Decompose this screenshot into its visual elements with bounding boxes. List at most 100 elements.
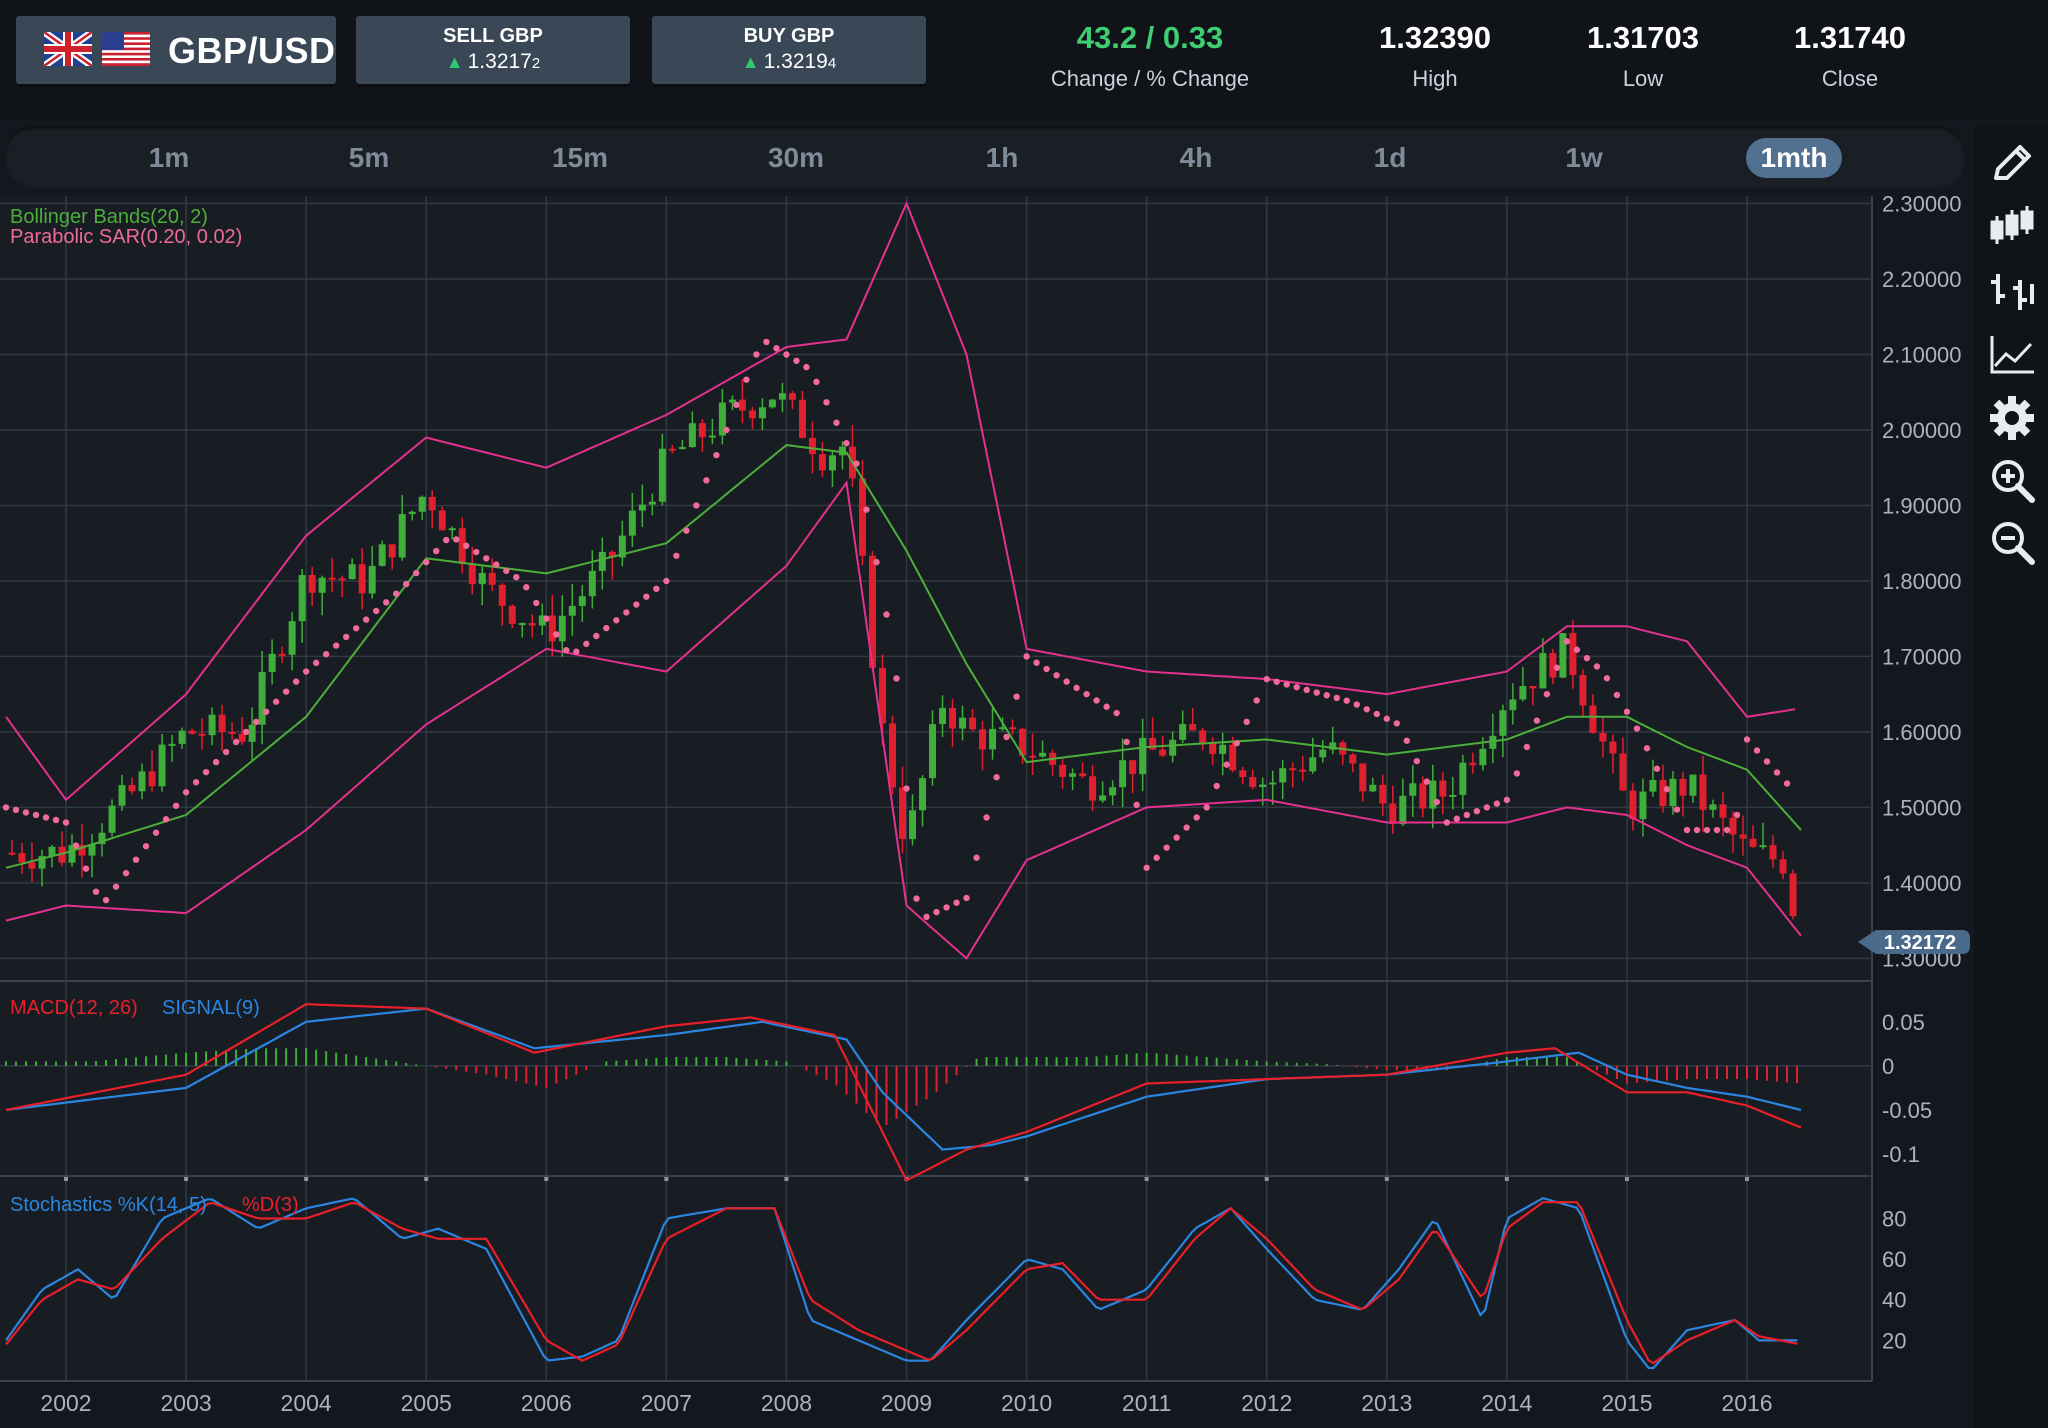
sar-dot	[503, 567, 510, 575]
sell-gbp-button[interactable]: SELL GBP ▲ 1.32172	[356, 16, 630, 84]
sar-dot	[362, 616, 370, 623]
pencil-icon[interactable]	[1986, 138, 2038, 190]
candle-body	[1399, 795, 1407, 825]
candle-body	[1539, 653, 1547, 689]
sar-dot	[1113, 709, 1120, 717]
sar-dot	[292, 678, 300, 685]
x-tick-label: 2002	[40, 1390, 91, 1416]
sar-dot	[1183, 824, 1190, 831]
tab-5m[interactable]: 5m	[329, 138, 409, 178]
candle-body	[1119, 760, 1127, 788]
zoom-out-icon[interactable]	[1986, 516, 2038, 568]
sar-dot	[342, 633, 350, 641]
sar-dot	[893, 675, 900, 682]
candle-body	[1689, 774, 1697, 796]
change-label: Change / % Change	[1050, 66, 1250, 91]
stoch-tick-label: 20	[1882, 1328, 1906, 1353]
x-tick-label: 2006	[521, 1390, 572, 1416]
sar-dot	[1043, 665, 1050, 673]
sar-dot	[1293, 683, 1300, 691]
sar-dot	[1053, 672, 1060, 679]
sar-dot	[543, 615, 550, 622]
candle-body	[959, 717, 967, 729]
sar-dot	[152, 829, 160, 836]
sar-dot	[1493, 800, 1501, 807]
stoch-tick-label: 60	[1882, 1247, 1906, 1272]
sar-dot	[1253, 697, 1260, 704]
stoch-d-legend: %D(3)	[242, 1194, 299, 1216]
candle-body	[1379, 784, 1387, 804]
price-tick-label: 1.80000	[1882, 569, 1962, 594]
candle-body	[1639, 791, 1647, 820]
x-tick-label: 2003	[160, 1390, 211, 1416]
change-value: 43.2 / 0.33	[1076, 20, 1224, 55]
candle-body	[1219, 744, 1227, 754]
tab-30m[interactable]: 30m	[751, 138, 841, 178]
candle-body	[818, 454, 826, 471]
sar-dot	[1243, 718, 1250, 726]
price-tick-label: 1.90000	[1882, 493, 1962, 518]
forex-chart[interactable]: 2002 2003 2004 2005 2006 2007 2008 2009 2010 2011…	[0, 196, 1974, 1428]
price-tick-label: 1.40000	[1882, 871, 1962, 896]
sar-dot	[1653, 765, 1661, 772]
sar-dot	[1673, 806, 1681, 813]
candle-body	[1029, 755, 1037, 758]
up-arrow-icon: ▲	[445, 52, 464, 72]
tab-4h[interactable]: 4h	[1156, 138, 1236, 178]
price-tick-label: 2.30000	[1882, 196, 1962, 217]
candle-body	[468, 564, 476, 585]
candle-body	[1679, 778, 1687, 796]
currency-pair-selector[interactable]: GBP/USD	[16, 16, 336, 84]
tab-15m[interactable]: 15m	[535, 138, 625, 178]
candle-body	[508, 605, 516, 624]
candle-body	[1729, 817, 1737, 835]
tab-1w[interactable]: 1w	[1544, 138, 1624, 178]
candle-body	[118, 785, 126, 806]
sar-dot	[1583, 654, 1591, 662]
tab-1m[interactable]: 1m	[129, 138, 209, 178]
candle-body	[1319, 749, 1327, 758]
candle-body	[798, 399, 806, 438]
sar-dot	[1423, 778, 1431, 785]
up-arrow-icon: ▲	[741, 52, 760, 72]
sar-dot	[1713, 826, 1721, 834]
tab-1mth[interactable]: 1mth	[1746, 138, 1842, 178]
sar-dot	[142, 843, 150, 850]
sar-dot	[52, 816, 60, 824]
high-stat: 1.32390 High	[1360, 20, 1510, 92]
line-chart-icon[interactable]	[1986, 328, 2038, 380]
price-tick-label: 1.60000	[1882, 720, 1962, 745]
sar-dot	[1503, 796, 1511, 804]
candle-body	[18, 853, 26, 863]
candle-body	[358, 564, 366, 594]
sar-dot	[1773, 769, 1781, 776]
candle-body	[1229, 744, 1237, 771]
candle-body	[888, 723, 896, 788]
tab-1d[interactable]: 1d	[1350, 138, 1430, 178]
x-tick-label: 2016	[1721, 1390, 1772, 1416]
tab-1h[interactable]: 1h	[962, 138, 1042, 178]
sar-dot	[1443, 819, 1451, 826]
sar-dot	[242, 728, 250, 736]
price-tick-label: 1.50000	[1882, 795, 1962, 820]
sar-dot	[853, 460, 860, 467]
candle-body	[408, 511, 416, 515]
candle-body	[1169, 739, 1177, 756]
sar-dot	[1783, 780, 1791, 787]
ohlc-bars-icon[interactable]	[1986, 264, 2038, 316]
candle-body	[969, 717, 977, 730]
candle-body	[668, 448, 676, 451]
candle-body	[138, 771, 146, 792]
candle-body	[418, 496, 426, 512]
zoom-in-icon[interactable]	[1986, 454, 2038, 506]
gear-icon[interactable]	[1986, 392, 2038, 444]
candlestick-icon[interactable]	[1986, 200, 2038, 252]
candle-body	[1669, 778, 1677, 807]
sar-dot	[1093, 697, 1100, 704]
sar-dot	[1333, 694, 1340, 702]
macd-tick-label: -0.1	[1882, 1142, 1920, 1167]
low-stat: 1.31703 Low	[1568, 20, 1718, 92]
buy-gbp-button[interactable]: BUY GBP ▲ 1.32194	[652, 16, 926, 84]
sar-dot	[683, 527, 690, 534]
sar-dot	[1613, 691, 1621, 699]
